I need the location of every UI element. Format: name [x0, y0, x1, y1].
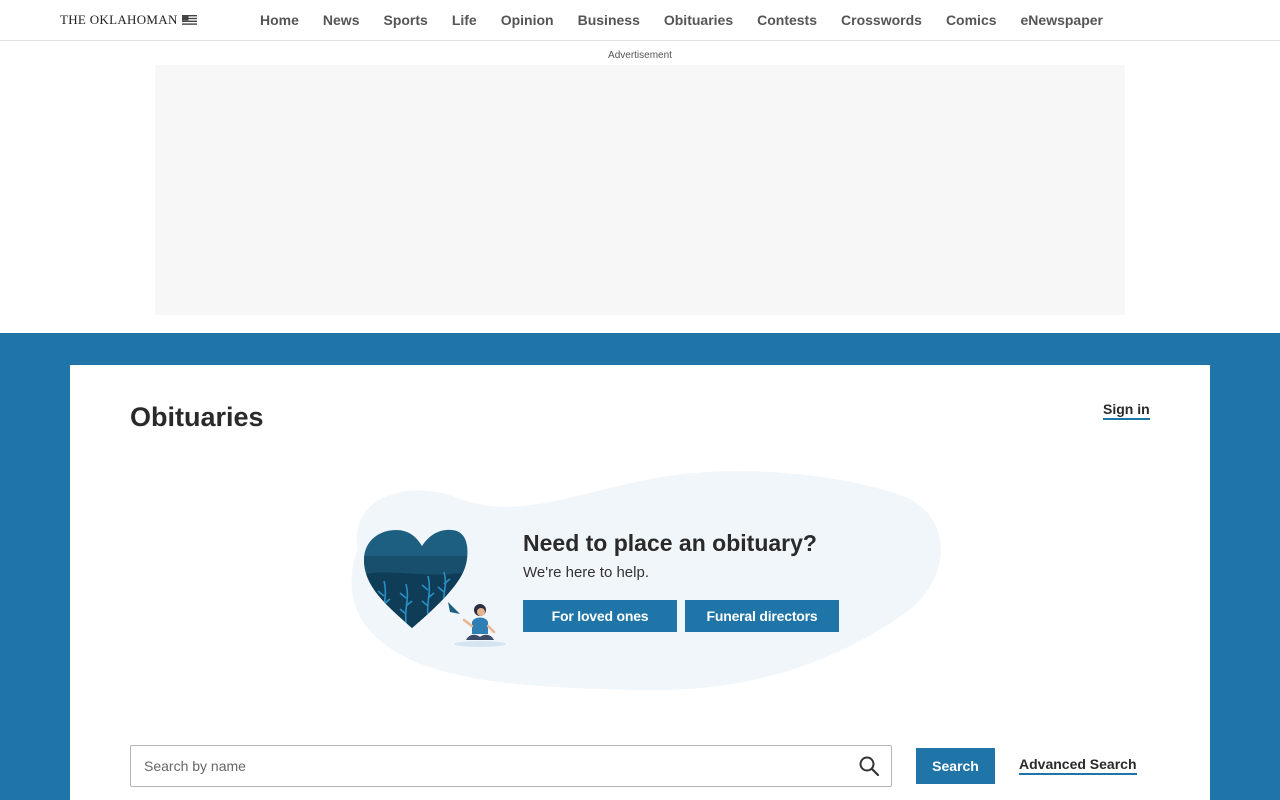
nav-news[interactable]: News	[311, 12, 372, 28]
nav-life[interactable]: Life	[440, 12, 489, 28]
advanced-search-link[interactable]: Advanced Search	[1019, 756, 1137, 775]
flag-icon	[181, 15, 197, 25]
promo-subtitle: We're here to help.	[523, 564, 649, 581]
nav-contests[interactable]: Contests	[745, 12, 829, 28]
nav-business[interactable]: Business	[566, 12, 652, 28]
logo-text: THE OKLAHOMAN	[60, 12, 178, 27]
advertisement-slot[interactable]	[155, 65, 1125, 315]
top-navigation: THE OKLAHOMAN Home News Sports Life Opin…	[0, 0, 1280, 41]
advertisement-label: Advertisement	[608, 50, 672, 61]
search-icon[interactable]	[858, 755, 880, 777]
nav-home[interactable]: Home	[248, 12, 311, 28]
nav-enewspaper[interactable]: eNewspaper	[1009, 12, 1115, 28]
nav-obituaries[interactable]: Obituaries	[652, 12, 745, 28]
page-title: Obituaries	[130, 402, 264, 432]
promo-title: Need to place an obituary?	[523, 530, 817, 556]
nav-crosswords[interactable]: Crosswords	[829, 12, 934, 28]
sign-in-link[interactable]: Sign in	[1103, 401, 1150, 420]
heart-person-illustration	[364, 529, 506, 647]
for-loved-ones-button[interactable]: For loved ones	[523, 600, 677, 632]
funeral-directors-button[interactable]: Funeral directors	[685, 600, 839, 632]
search-button[interactable]: Search	[916, 748, 995, 784]
nav-sports[interactable]: Sports	[371, 12, 439, 28]
site-logo[interactable]: THE OKLAHOMAN	[60, 12, 197, 28]
search-box	[130, 745, 892, 787]
search-input[interactable]	[131, 746, 841, 786]
nav-comics[interactable]: Comics	[934, 12, 1009, 28]
nav-opinion[interactable]: Opinion	[489, 12, 566, 28]
main-nav: Home News Sports Life Opinion Business O…	[248, 0, 1115, 40]
